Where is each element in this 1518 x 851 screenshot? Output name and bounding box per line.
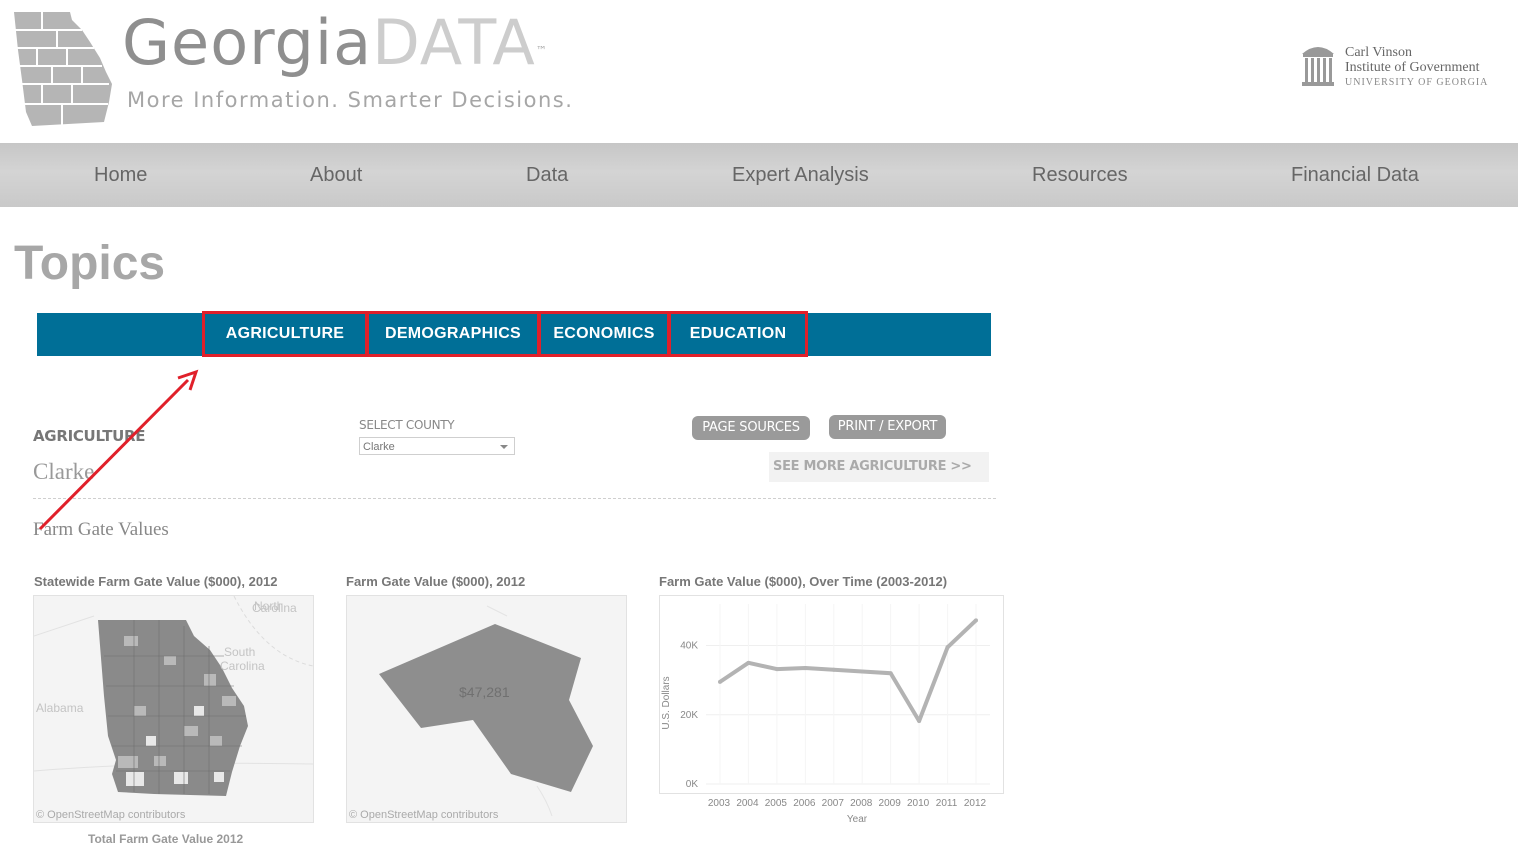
nav-home[interactable]: Home (94, 143, 147, 207)
x-tick-label: 2006 (793, 798, 816, 809)
county-shape-graphic (379, 605, 593, 817)
statewide-map-graphic: North x Carolina SouthCarolina Alabama (34, 596, 313, 796)
time-series-chart[interactable]: 0K 20K 40K (659, 595, 1004, 794)
university-building-icon (1302, 47, 1334, 86)
chevron-down-icon (500, 445, 508, 449)
map-label-alabama: Alabama (36, 701, 84, 715)
see-more-agriculture-link[interactable]: SEE MORE AGRICULTURE >> (769, 452, 989, 482)
x-tick-label: 2004 (736, 798, 759, 809)
select-county-label: SELECT COUNTY (359, 418, 455, 432)
nav-about[interactable]: About (310, 143, 362, 207)
county-select-value: Clarke (363, 441, 395, 453)
logo-georgia-text: Georgia (122, 6, 373, 79)
x-tick-label: 2011 (936, 798, 958, 809)
logo-data-text: DATA (372, 6, 536, 79)
farm-gate-values-heading: Farm Gate Values (33, 519, 169, 540)
map-label-south-carolina: South Carolina (220, 645, 265, 673)
data-point[interactable] (945, 645, 950, 650)
partner-line-3: UNIVERSITY OF GEORGIA (1345, 77, 1489, 88)
time-series-plot: 0K 20K 40K (680, 604, 990, 790)
data-point[interactable] (746, 660, 751, 665)
trademark-symbol: ™ (535, 44, 548, 57)
site-logo-wordmark[interactable]: GeorgiaDATA™ (122, 8, 548, 78)
tab-economics[interactable]: ECONOMICS (538, 311, 670, 357)
county-select[interactable]: Clarke (359, 437, 515, 455)
data-point[interactable] (774, 667, 779, 672)
county-map[interactable]: $47,281 © OpenStreetMap contributors (346, 595, 627, 823)
data-point[interactable] (718, 679, 722, 684)
nav-financial-data[interactable]: Financial Data (1291, 143, 1419, 207)
data-point[interactable] (888, 671, 893, 676)
section-divider (33, 498, 996, 499)
page-title: Topics (14, 237, 166, 290)
series-line[interactable] (718, 618, 978, 723)
x-tick-label: 2005 (765, 798, 788, 809)
x-tick-label: 2007 (822, 798, 845, 809)
time-series-y-axis-title: U.S. Dollars (661, 676, 672, 729)
page-sources-button[interactable]: PAGE SOURCES (692, 416, 810, 440)
statewide-map-caption: Total Farm Gate Value 2012 (88, 832, 244, 846)
georgia-map-logo-icon (14, 12, 112, 126)
section-label: AGRICULTURE (33, 427, 146, 445)
county-chart-title: Farm Gate Value ($000), 2012 (346, 574, 526, 589)
x-tick-label: 2003 (708, 798, 731, 809)
tab-education[interactable]: EDUCATION (668, 311, 808, 357)
osm-credit-county: © OpenStreetMap contributors (349, 809, 499, 821)
logo-tagline: More Information. Smarter Decisions. (127, 88, 574, 112)
y-axis-title: U.S. Dollars (661, 676, 672, 729)
carl-vinson-institute-logo[interactable]: Carl Vinson Institute of Government UNIV… (1345, 45, 1488, 90)
main-nav: Home About Data Expert Analysis Resource… (0, 143, 1518, 207)
svg-text:Carolina: Carolina (252, 601, 297, 615)
time-chart-title: Farm Gate Value ($000), Over Time (2003-… (659, 574, 948, 589)
y-tick-label: 20K (680, 710, 698, 721)
partner-line-1: Carl Vinson (1345, 45, 1412, 60)
nav-expert-analysis[interactable]: Expert Analysis (732, 143, 869, 207)
statewide-map[interactable]: North x Carolina SouthCarolina Alabama ©… (33, 595, 314, 823)
y-tick-label: 0K (686, 779, 699, 790)
print-export-button[interactable]: PRINT / EXPORT (829, 415, 946, 439)
x-tick-label: 2010 (907, 798, 930, 809)
data-point[interactable] (831, 667, 836, 672)
data-point[interactable] (917, 719, 922, 723)
data-point[interactable] (803, 666, 808, 671)
county-value-label: $47,281 (459, 684, 510, 700)
nav-resources[interactable]: Resources (1032, 143, 1128, 207)
nav-data[interactable]: Data (526, 143, 568, 207)
osm-credit-statewide: © OpenStreetMap contributors (36, 809, 186, 821)
tab-agriculture[interactable]: AGRICULTURE (202, 311, 368, 357)
x-tick-label: 2009 (879, 798, 902, 809)
tab-demographics[interactable]: DEMOGRAPHICS (366, 311, 540, 357)
partner-line-2: Institute of Government (1345, 60, 1480, 75)
county-name: Clarke (33, 459, 95, 484)
data-point[interactable] (860, 669, 865, 674)
x-tick-label: 2008 (850, 798, 873, 809)
y-tick-label: 40K (680, 641, 698, 652)
statewide-chart-title: Statewide Farm Gate Value ($000), 2012 (34, 574, 278, 589)
time-series-x-axis: 2003 2004 2005 2006 2007 2008 2009 2010 2011 2012… (708, 798, 987, 825)
data-point[interactable] (974, 618, 978, 623)
x-axis-title: Year (847, 814, 868, 825)
x-tick-label: 2012 (964, 798, 987, 809)
